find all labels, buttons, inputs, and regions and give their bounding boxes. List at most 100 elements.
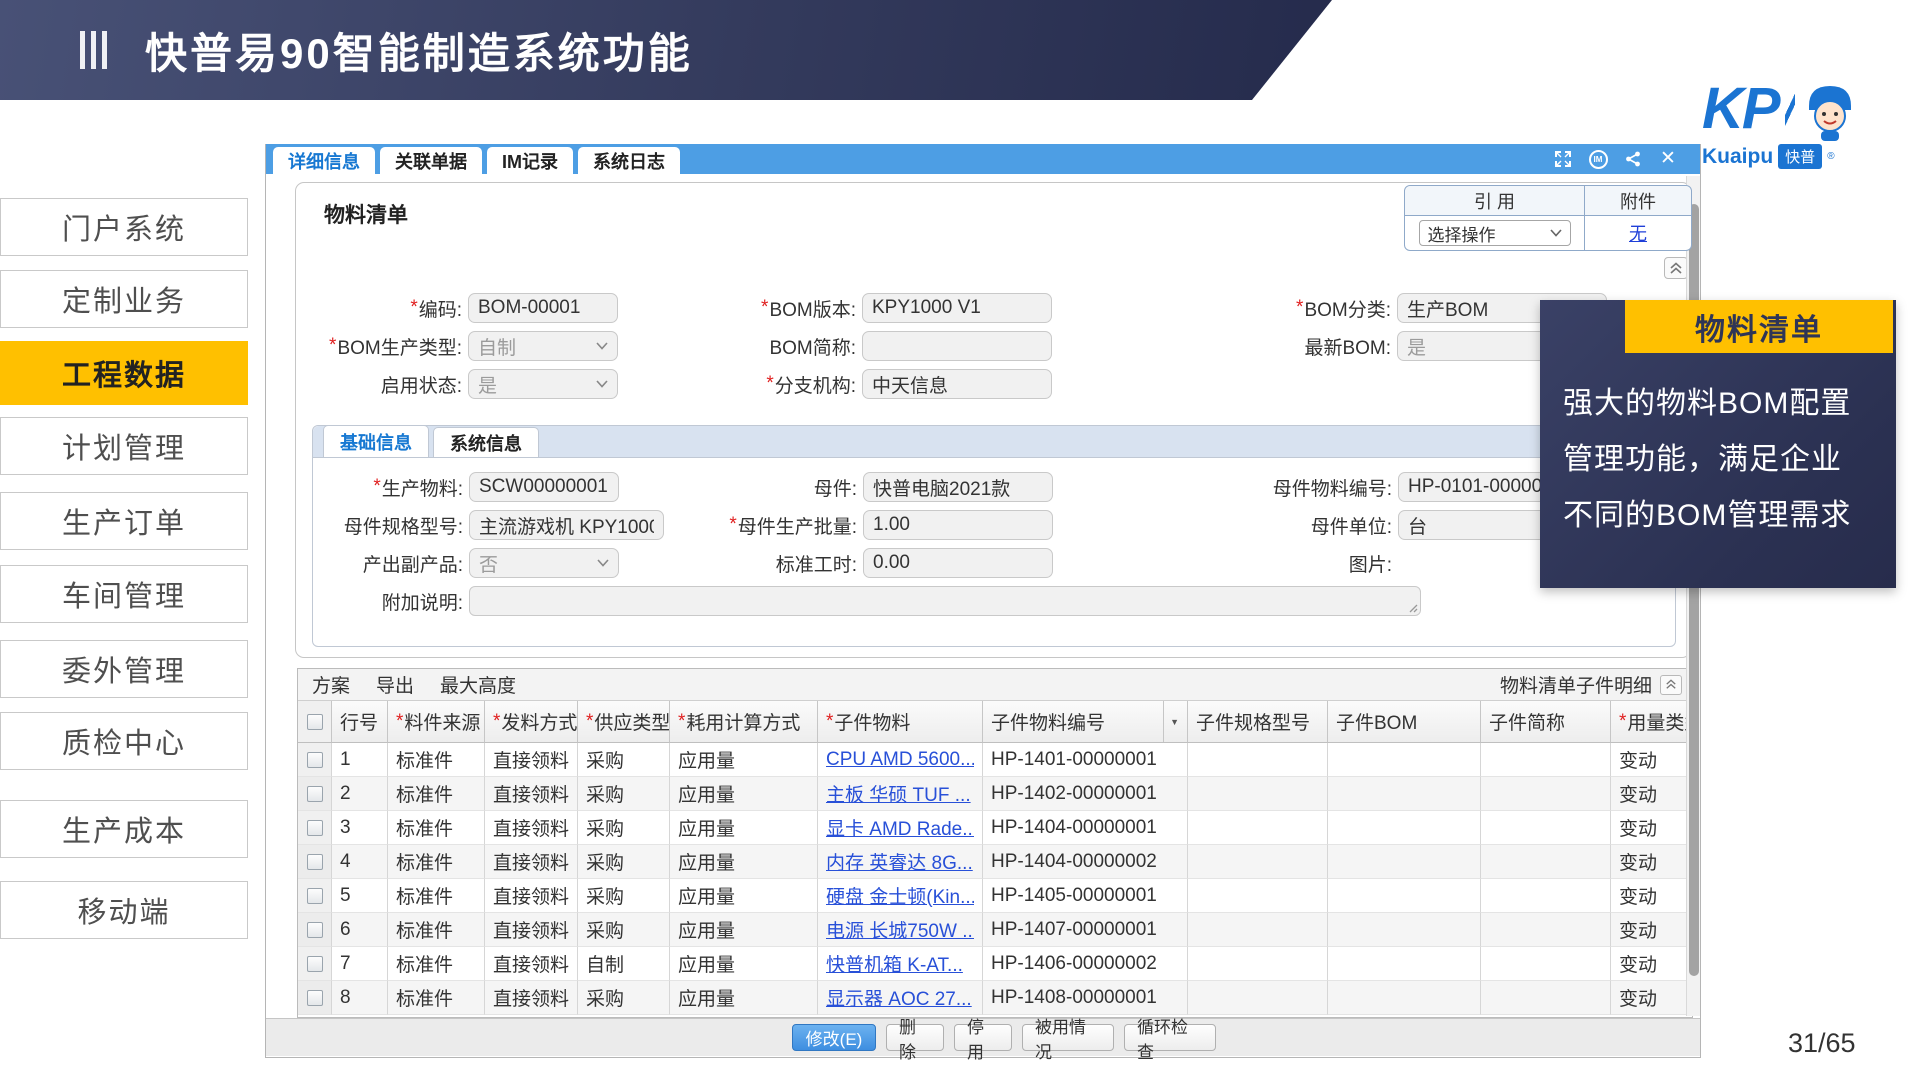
collapse-table-button[interactable] <box>1660 675 1682 695</box>
select-all-checkbox[interactable] <box>307 714 323 730</box>
mascot-icon <box>1801 80 1859 142</box>
subitem-link[interactable]: 显卡 AMD Rade... <box>826 814 974 841</box>
note-textarea[interactable] <box>469 586 1421 616</box>
column-header-source[interactable]: *料件来源 <box>388 701 485 743</box>
table-row: 4标准件直接领料采购应用量内存 英睿达 8G...HP-1404-0000000… <box>298 845 1693 879</box>
parent-batch-input[interactable]: 1.00 <box>863 510 1053 540</box>
byproduct-select[interactable]: 否 <box>469 548 619 578</box>
subitem-link[interactable]: 主板 华硕 TUF ... <box>826 780 971 807</box>
loop-check-button[interactable]: 循环检查 <box>1124 1024 1216 1051</box>
subitem-link[interactable]: 硬盘 金士顿(Kin... <box>826 882 974 909</box>
collapse-form-button[interactable] <box>1664 257 1688 279</box>
row-checkbox[interactable] <box>307 922 323 938</box>
table-cell: 直接领料 <box>485 845 578 879</box>
table-cell: 显示器 AOC 27... <box>818 981 983 1015</box>
table-cell: 主板 华硕 TUF ... <box>818 777 983 811</box>
resize-handle-icon[interactable] <box>1408 603 1418 613</box>
sidebar-item-custom[interactable]: 定制业务 <box>0 270 248 328</box>
parent-input[interactable]: 快普电脑2021款 <box>863 472 1053 502</box>
row-checkbox[interactable] <box>307 854 323 870</box>
sidebar-item-production-cost[interactable]: 生产成本 <box>0 800 248 858</box>
subitem-link[interactable]: 电源 长城750W ... <box>826 916 974 943</box>
footer-bar: 修改(E) 删除 停用 被用情况 循环检查 <box>266 1018 1700 1056</box>
tab-detail-info[interactable]: 详细信息 <box>273 147 375 174</box>
column-header-line_no[interactable]: 行号 <box>332 701 388 743</box>
branch-input[interactable]: 中天信息 <box>862 369 1052 399</box>
sidebar-item-planning[interactable]: 计划管理 <box>0 417 248 475</box>
table-cell: 标准件 <box>388 845 485 879</box>
bom-version-input[interactable]: KPY1000 V1 <box>862 293 1052 323</box>
sidebar-item-quality-center[interactable]: 质检中心 <box>0 712 248 770</box>
im-icon[interactable]: IM <box>1588 149 1608 169</box>
row-checkbox[interactable] <box>307 990 323 1006</box>
toolbar-export-button[interactable]: 导出 <box>376 671 414 698</box>
table-cell <box>1481 811 1611 845</box>
column-header-calc[interactable]: *耗用计算方式 <box>670 701 818 743</box>
column-header-usage[interactable]: *用量类型 <box>1611 701 1691 743</box>
row-checkbox[interactable] <box>307 888 323 904</box>
row-checkbox[interactable] <box>307 752 323 768</box>
column-header-supply[interactable]: *供应类型 <box>578 701 670 743</box>
field-bom-alias: BOM简称: <box>642 331 1052 361</box>
table-cell: 变动 <box>1611 777 1691 811</box>
parent-spec-input[interactable]: 主流游戏机 KPY1000 <box>469 510 664 540</box>
tab-im-records[interactable]: IM记录 <box>487 147 573 174</box>
table-cell <box>1188 913 1328 947</box>
row-checkbox[interactable] <box>307 820 323 836</box>
logo-monogram: KP <box>1702 80 1779 138</box>
disable-button[interactable]: 停用 <box>954 1024 1012 1051</box>
fullscreen-icon[interactable] <box>1553 149 1573 169</box>
table-cell: 变动 <box>1611 845 1691 879</box>
column-header-issue[interactable]: *发料方式 <box>485 701 578 743</box>
prod-type-select[interactable]: 自制 <box>468 331 618 361</box>
column-header-child_code[interactable]: 子件物料编号▼ <box>983 701 1188 743</box>
sidebar-item-workshop[interactable]: 车间管理 <box>0 565 248 623</box>
std-hours-input[interactable]: 0.00 <box>863 548 1053 578</box>
prod-material-input[interactable]: SCW00000001 <box>469 472 619 502</box>
sidebar-item-engineering-data[interactable]: 工程数据 <box>0 341 248 405</box>
column-filter-icon[interactable]: ▼ <box>1163 701 1179 742</box>
attach-none-link[interactable]: 无 <box>1629 220 1647 246</box>
toolbar-max-height-button[interactable]: 最大高度 <box>440 671 516 698</box>
field-parent-spec: 母件规格型号: 主流游戏机 KPY1000 <box>323 510 664 540</box>
column-header-child_bom[interactable]: 子件BOM <box>1328 701 1481 743</box>
logo-registered-mark: ® <box>1827 151 1834 162</box>
subitem-link[interactable]: 显示器 AOC 27... <box>826 984 972 1011</box>
row-checkbox[interactable] <box>307 956 323 972</box>
sidebar-item-mobile[interactable]: 移动端 <box>0 881 248 939</box>
subtab-basic-info[interactable]: 基础信息 <box>323 425 429 457</box>
subitem-link[interactable]: 快普机箱 K-AT... <box>826 950 963 977</box>
table-cell <box>1328 981 1481 1015</box>
delete-button[interactable]: 删除 <box>886 1024 944 1051</box>
enable-status-select[interactable]: 是 <box>468 369 618 399</box>
column-header-alias[interactable]: 子件简称 <box>1481 701 1611 743</box>
subitem-link[interactable]: CPU AMD 5600... <box>826 749 974 771</box>
subitem-link[interactable]: 内存 英睿达 8G... <box>826 848 973 875</box>
sidebar-item-production-order[interactable]: 生产订单 <box>0 492 248 550</box>
table-cell: 应用量 <box>670 981 818 1015</box>
share-icon[interactable] <box>1623 149 1643 169</box>
table-cell: 变动 <box>1611 947 1691 981</box>
column-header-child[interactable]: *子件物料 <box>818 701 983 743</box>
ref-action-select[interactable]: 选择操作 <box>1419 220 1571 246</box>
sidebar-item-outsourcing[interactable]: 委外管理 <box>0 640 248 698</box>
table-cell: HP-1406-00000002 <box>983 947 1188 981</box>
table-cell: 电源 长城750W ... <box>818 913 983 947</box>
sidebar-item-portal[interactable]: 门户系统 <box>0 198 248 256</box>
tab-related-documents[interactable]: 关联单据 <box>380 147 482 174</box>
table-cell: 采购 <box>578 811 670 845</box>
subtab-system-info[interactable]: 系统信息 <box>433 427 539 457</box>
table-cell <box>1481 913 1611 947</box>
column-header-spec[interactable]: 子件规格型号 <box>1188 701 1328 743</box>
tab-system-log[interactable]: 系统日志 <box>578 147 680 174</box>
table-cell: 快普机箱 K-AT... <box>818 947 983 981</box>
close-icon[interactable]: ✕ <box>1658 149 1678 169</box>
table-cell: 变动 <box>1611 913 1691 947</box>
usage-status-button[interactable]: 被用情况 <box>1022 1024 1114 1051</box>
bom-alias-input[interactable] <box>862 331 1052 361</box>
modify-button[interactable]: 修改(E) <box>792 1024 876 1051</box>
row-checkbox[interactable] <box>307 786 323 802</box>
brand-logo: KP Kuaipu 快普 ® <box>1702 80 1918 186</box>
toolbar-scheme-button[interactable]: 方案 <box>312 671 350 698</box>
code-input[interactable]: BOM-00001 <box>468 293 618 323</box>
